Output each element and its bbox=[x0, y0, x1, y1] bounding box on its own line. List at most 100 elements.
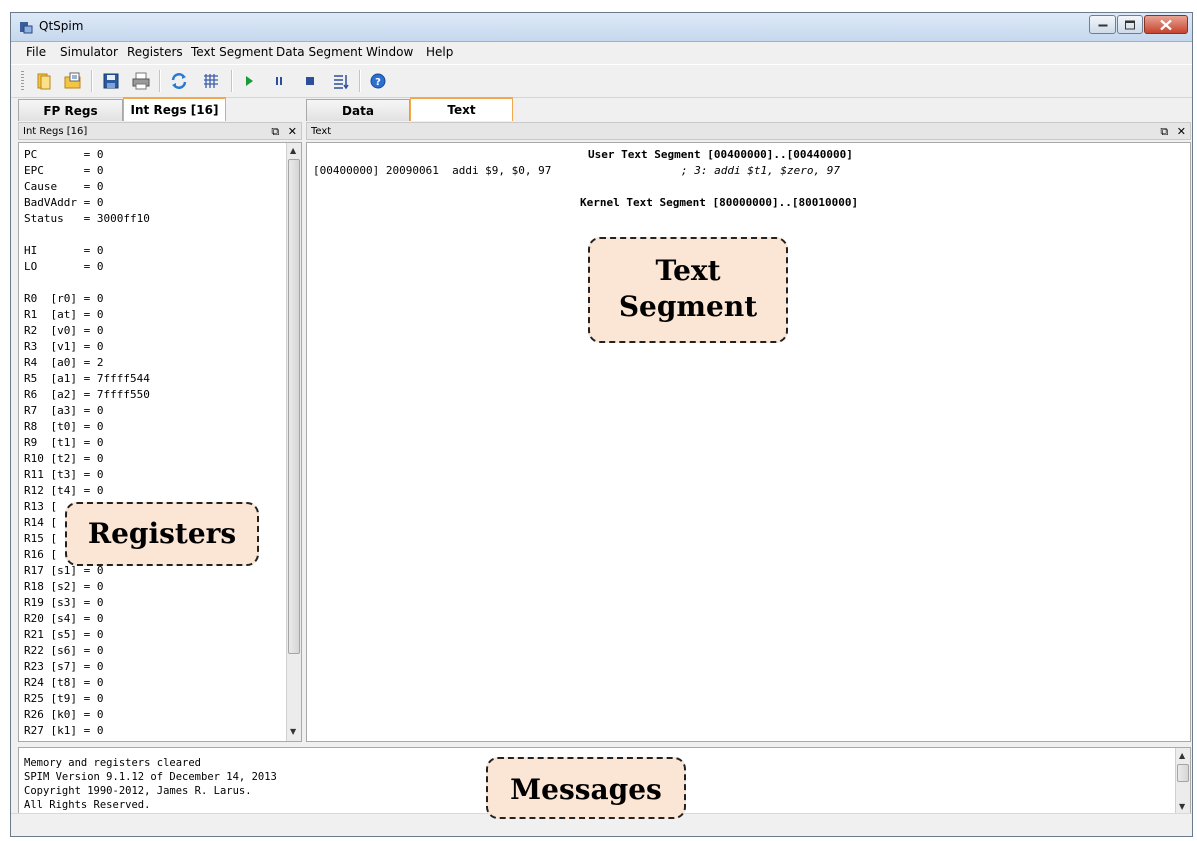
run-icon[interactable] bbox=[239, 71, 259, 91]
toolbar: ? bbox=[11, 64, 1192, 98]
scroll-up-icon[interactable]: ▲ bbox=[1179, 752, 1187, 760]
callout-text-segment: Text Segment bbox=[588, 237, 788, 343]
register-row: EPC = 0 bbox=[24, 164, 104, 177]
float-dock-icon[interactable]: ⧉ bbox=[271, 125, 279, 138]
text-dock-label: Text bbox=[311, 126, 332, 137]
register-row: R8 [t0] = 0 bbox=[24, 420, 104, 433]
instruction-line[interactable]: [00400000] 20090061 addi $9, $0, 97 bbox=[313, 163, 551, 179]
scroll-up-icon[interactable]: ▲ bbox=[290, 147, 298, 155]
register-row: Status = 3000ff10 bbox=[24, 212, 150, 225]
callout-text-segment-line2: Segment bbox=[618, 290, 758, 323]
toolbar-separator bbox=[159, 70, 161, 92]
register-list: PC = 0 EPC = 0 Cause = 0 BadVAddr = 0 Status… bbox=[24, 147, 150, 739]
grid-icon[interactable] bbox=[201, 71, 221, 91]
user-text-segment-header: User Text Segment [00400000]..[00440000] bbox=[588, 148, 853, 161]
toolbar-separator bbox=[231, 70, 233, 92]
register-row: R12 [t4] = 0 bbox=[24, 484, 104, 497]
qtspim-window: QtSpim File Simulator Registers Text Seg… bbox=[10, 12, 1193, 837]
text-dock-title: Text ⧉ ✕ bbox=[306, 122, 1191, 140]
callout-messages: Messages bbox=[486, 757, 686, 819]
menu-data-segment[interactable]: Data Segment bbox=[276, 45, 362, 59]
float-dock-icon[interactable]: ⧉ bbox=[1160, 125, 1168, 138]
menu-simulator[interactable]: Simulator bbox=[60, 45, 118, 59]
register-row: R3 [v1] = 0 bbox=[24, 340, 104, 353]
menu-text-segment[interactable]: Text Segment bbox=[191, 45, 273, 59]
callout-registers: Registers bbox=[65, 502, 259, 566]
clear-icon[interactable] bbox=[169, 71, 189, 91]
single-step-icon[interactable] bbox=[331, 71, 351, 91]
menu-file[interactable]: File bbox=[26, 45, 46, 59]
register-row: R22 [s6] = 0 bbox=[24, 644, 104, 657]
register-row: R2 [v0] = 0 bbox=[24, 324, 104, 337]
register-row: R7 [a3] = 0 bbox=[24, 404, 104, 417]
print-icon[interactable] bbox=[131, 71, 151, 91]
register-row bbox=[24, 227, 150, 243]
reload-file-icon[interactable] bbox=[63, 71, 83, 91]
close-dock-icon[interactable]: ✕ bbox=[1177, 125, 1186, 138]
message-line: SPIM Version 9.1.12 of December 14, 2013 bbox=[24, 771, 277, 783]
qtspim-app-icon bbox=[19, 20, 33, 34]
toolbar-separator bbox=[91, 70, 93, 92]
message-line: Memory and registers cleared bbox=[24, 757, 202, 769]
stop-icon[interactable] bbox=[300, 71, 320, 91]
register-row: R19 [s3] = 0 bbox=[24, 596, 104, 609]
register-row: R1 [at] = 0 bbox=[24, 308, 104, 321]
tab-data[interactable]: Data bbox=[306, 99, 410, 121]
close-button[interactable] bbox=[1144, 15, 1188, 34]
message-line: All Rights Reserved. bbox=[24, 799, 151, 811]
title-bar: QtSpim bbox=[11, 13, 1192, 42]
register-row: R26 [k0] = 0 bbox=[24, 708, 104, 721]
svg-text:?: ? bbox=[375, 77, 381, 88]
messages-list: Memory and registers cleared SPIM Version… bbox=[24, 756, 277, 812]
register-row: R25 [t9] = 0 bbox=[24, 692, 104, 705]
int-regs-dock-title: Int Regs [16] ⧉ ✕ bbox=[18, 122, 302, 140]
menu-window[interactable]: Window bbox=[366, 45, 413, 59]
register-row: R23 [s7] = 0 bbox=[24, 660, 104, 673]
scroll-down-icon[interactable]: ▼ bbox=[290, 728, 298, 736]
register-row: R20 [s4] = 0 bbox=[24, 612, 104, 625]
register-row: R0 [r0] = 0 bbox=[24, 292, 104, 305]
help-icon[interactable]: ? bbox=[368, 71, 388, 91]
register-row: R10 [t2] = 0 bbox=[24, 452, 104, 465]
messages-scroll-thumb[interactable] bbox=[1177, 764, 1189, 782]
toolbar-separator bbox=[359, 70, 361, 92]
register-row: R24 [t8] = 0 bbox=[24, 676, 104, 689]
close-dock-icon[interactable]: ✕ bbox=[288, 125, 297, 138]
menu-registers[interactable]: Registers bbox=[127, 45, 183, 59]
registers-scrollbar[interactable]: ▲ ▼ bbox=[286, 143, 301, 741]
register-row: R21 [s5] = 0 bbox=[24, 628, 104, 641]
register-row: R6 [a2] = 7ffff550 bbox=[24, 388, 150, 401]
registers-pane: PC = 0 EPC = 0 Cause = 0 BadVAddr = 0 Status… bbox=[18, 142, 302, 742]
register-row: R5 [a1] = 7ffff544 bbox=[24, 372, 150, 385]
int-regs-dock-label: Int Regs [16] bbox=[23, 126, 88, 137]
open-file-icon[interactable] bbox=[34, 71, 54, 91]
register-row: R27 [k1] = 0 bbox=[24, 724, 104, 737]
pause-icon[interactable] bbox=[269, 71, 289, 91]
register-row: R9 [t1] = 0 bbox=[24, 436, 104, 449]
register-row: Cause = 0 bbox=[24, 180, 104, 193]
registers-scroll-thumb[interactable] bbox=[288, 159, 300, 654]
menu-help[interactable]: Help bbox=[426, 45, 453, 59]
message-line: Copyright 1990-2012, James R. Larus. bbox=[24, 785, 252, 797]
scroll-down-icon[interactable]: ▼ bbox=[1179, 803, 1187, 811]
register-row: LO = 0 bbox=[24, 260, 104, 273]
register-row: R4 [a0] = 2 bbox=[24, 356, 104, 369]
register-row: HI = 0 bbox=[24, 244, 104, 257]
callout-text-segment-line1: Text bbox=[655, 254, 721, 287]
tab-int-regs[interactable]: Int Regs [16] bbox=[123, 97, 226, 121]
register-row: R18 [s2] = 0 bbox=[24, 580, 104, 593]
text-segment-pane: User Text Segment [00400000]..[00440000]… bbox=[306, 142, 1191, 742]
save-icon[interactable] bbox=[101, 71, 121, 91]
window-title: QtSpim bbox=[39, 19, 84, 33]
kernel-text-segment-header: Kernel Text Segment [80000000]..[8001000… bbox=[580, 196, 859, 209]
register-row: PC = 0 bbox=[24, 148, 104, 161]
register-row: BadVAddr = 0 bbox=[24, 196, 104, 209]
toolbar-grip[interactable] bbox=[21, 71, 24, 91]
register-row: R11 [t3] = 0 bbox=[24, 468, 104, 481]
register-row bbox=[24, 275, 150, 291]
tab-text[interactable]: Text bbox=[410, 97, 513, 121]
tab-fp-regs[interactable]: FP Regs bbox=[18, 99, 123, 121]
messages-scrollbar[interactable]: ▲ ▼ bbox=[1175, 748, 1190, 816]
minimize-button[interactable] bbox=[1089, 15, 1116, 34]
maximize-button[interactable] bbox=[1117, 15, 1143, 34]
